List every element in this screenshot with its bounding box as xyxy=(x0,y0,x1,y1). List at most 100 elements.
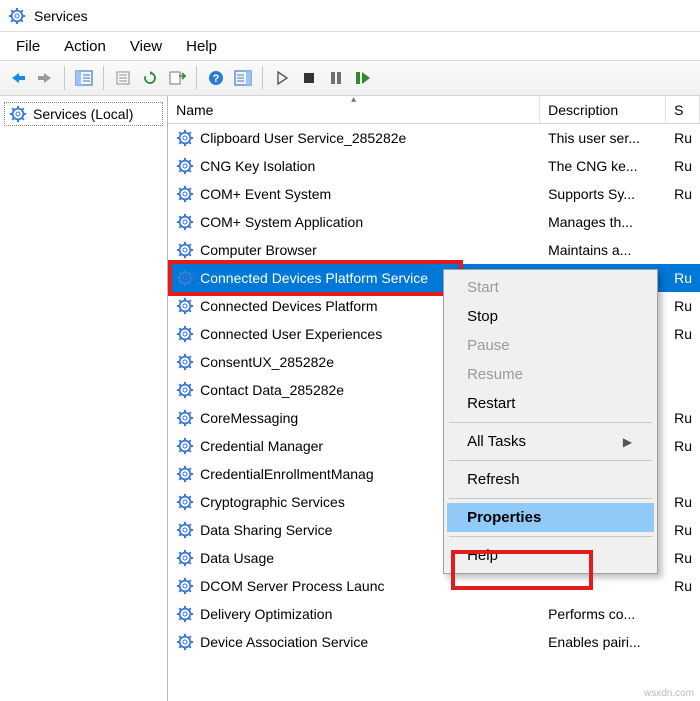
service-gear-icon xyxy=(176,213,194,231)
svg-text:?: ? xyxy=(213,73,220,85)
tree-item-services-local[interactable]: Services (Local) xyxy=(4,102,163,126)
service-gear-icon xyxy=(176,605,194,623)
service-name-cell: Device Association Service xyxy=(168,633,540,651)
menu-file[interactable]: File xyxy=(4,34,52,59)
service-name-cell: COM+ Event System xyxy=(168,185,540,203)
service-gear-icon xyxy=(176,437,194,455)
ctx-start: Start xyxy=(447,273,654,302)
service-name-text: Computer Browser xyxy=(200,242,317,258)
menu-help[interactable]: Help xyxy=(174,34,229,59)
service-name-text: CredentialEnrollmentManag xyxy=(200,466,374,482)
pause-service-button[interactable] xyxy=(324,66,348,90)
service-row[interactable]: Delivery Optimization Performs co... xyxy=(168,600,700,628)
service-name-text: DCOM Server Process Launc xyxy=(200,578,384,594)
toolbar-separator xyxy=(103,66,104,90)
service-row[interactable]: Clipboard User Service_285282eThis user … xyxy=(168,124,700,152)
service-row[interactable]: COM+ Event System Supports Sy...Ru xyxy=(168,180,700,208)
service-row[interactable]: CNG Key IsolationThe CNG ke...Ru xyxy=(168,152,700,180)
ctx-separator xyxy=(449,536,652,537)
service-name-text: Connected Devices Platform Service xyxy=(200,270,428,286)
ctx-refresh[interactable]: Refresh xyxy=(447,465,654,494)
service-gear-icon xyxy=(176,353,194,371)
service-name-cell: CNG Key Isolation xyxy=(168,157,540,175)
ctx-help[interactable]: Help xyxy=(447,541,654,570)
show-hide-tree-button[interactable] xyxy=(72,66,96,90)
service-name-text: Data Usage xyxy=(200,550,274,566)
service-description-cell: This user ser... xyxy=(540,130,666,146)
show-hide-action-pane-button[interactable] xyxy=(231,66,255,90)
ctx-separator xyxy=(449,422,652,423)
service-name-cell: Clipboard User Service_285282e xyxy=(168,129,540,147)
service-gear-icon xyxy=(176,521,194,539)
service-description-cell: Supports Sy... xyxy=(540,186,666,202)
service-name-text: ConsentUX_285282e xyxy=(200,354,334,370)
service-status-cell: Ru xyxy=(666,270,700,286)
service-description-cell: Enables pairi... xyxy=(540,634,666,650)
column-header-name[interactable]: ▴ Name xyxy=(168,96,540,123)
title-bar: Services xyxy=(0,0,700,32)
refresh-button[interactable] xyxy=(138,66,162,90)
toolbar-separator xyxy=(262,66,263,90)
export-list-button[interactable] xyxy=(165,66,189,90)
column-header-status[interactable]: S xyxy=(666,96,700,123)
service-status-cell: Ru xyxy=(666,438,700,454)
nav-back-button[interactable] xyxy=(6,66,30,90)
list-pane: ▴ Name Description S Clipboard User Serv… xyxy=(168,96,700,701)
service-gear-icon xyxy=(176,549,194,567)
service-row[interactable]: Computer Browser Maintains a... xyxy=(168,236,700,264)
tree-item-label: Services (Local) xyxy=(33,106,133,122)
tree-pane: Services (Local) xyxy=(0,96,168,701)
toolbar-separator xyxy=(196,66,197,90)
service-name-text: Credential Manager xyxy=(200,438,323,454)
watermark: wsxdn.com xyxy=(644,688,694,699)
service-description-cell: Maintains a... xyxy=(540,242,666,258)
stop-service-button[interactable] xyxy=(297,66,321,90)
service-row[interactable]: DCOM Server Process Launc Ru xyxy=(168,572,700,600)
column-header-description[interactable]: Description xyxy=(540,96,666,123)
help-button[interactable]: ? xyxy=(204,66,228,90)
start-service-button[interactable] xyxy=(270,66,294,90)
service-name-text: COM+ Event System xyxy=(200,186,331,202)
toolbar-separator xyxy=(64,66,65,90)
service-name-cell: Delivery Optimization xyxy=(168,605,540,623)
service-gear-icon xyxy=(176,381,194,399)
menu-view[interactable]: View xyxy=(118,34,174,59)
service-gear-icon xyxy=(176,241,194,259)
ctx-restart[interactable]: Restart xyxy=(447,389,654,418)
service-name-cell: DCOM Server Process Launc xyxy=(168,577,540,595)
nav-forward-button[interactable] xyxy=(33,66,57,90)
service-row[interactable]: COM+ System ApplicationManages th... xyxy=(168,208,700,236)
service-status-cell: Ru xyxy=(666,410,700,426)
service-description-cell: The CNG ke... xyxy=(540,158,666,174)
service-row[interactable]: Device Association ServiceEnables pairi.… xyxy=(168,628,700,656)
service-name-text: CoreMessaging xyxy=(200,410,298,426)
ctx-all-tasks[interactable]: All Tasks▶ xyxy=(447,427,654,456)
service-name-text: Delivery Optimization xyxy=(200,606,332,622)
submenu-arrow-icon: ▶ xyxy=(623,435,632,449)
restart-service-button[interactable] xyxy=(351,66,375,90)
properties-button[interactable] xyxy=(111,66,135,90)
service-status-cell: Ru xyxy=(666,550,700,566)
service-name-text: Contact Data_285282e xyxy=(200,382,344,398)
service-status-cell: Ru xyxy=(666,522,700,538)
service-gear-icon xyxy=(176,577,194,595)
service-name-text: CNG Key Isolation xyxy=(200,158,315,174)
menu-action[interactable]: Action xyxy=(52,34,118,59)
context-menu: Start Stop Pause Resume Restart All Task… xyxy=(443,269,658,574)
services-app-icon xyxy=(8,7,26,25)
service-status-cell: Ru xyxy=(666,186,700,202)
service-name-text: Cryptographic Services xyxy=(200,494,345,510)
service-name-cell: Computer Browser xyxy=(168,241,540,259)
service-name-text: Connected User Experiences xyxy=(200,326,382,342)
service-name-text: Data Sharing Service xyxy=(200,522,332,538)
ctx-properties[interactable]: Properties xyxy=(447,503,654,532)
service-status-cell: Ru xyxy=(666,578,700,594)
service-gear-icon xyxy=(176,409,194,427)
service-gear-icon xyxy=(176,185,194,203)
service-status-cell: Ru xyxy=(666,130,700,146)
ctx-separator xyxy=(449,498,652,499)
sort-asc-icon: ▴ xyxy=(351,96,356,105)
service-name-cell: COM+ System Application xyxy=(168,213,540,231)
service-description-cell: Performs co... xyxy=(540,606,666,622)
ctx-stop[interactable]: Stop xyxy=(447,302,654,331)
